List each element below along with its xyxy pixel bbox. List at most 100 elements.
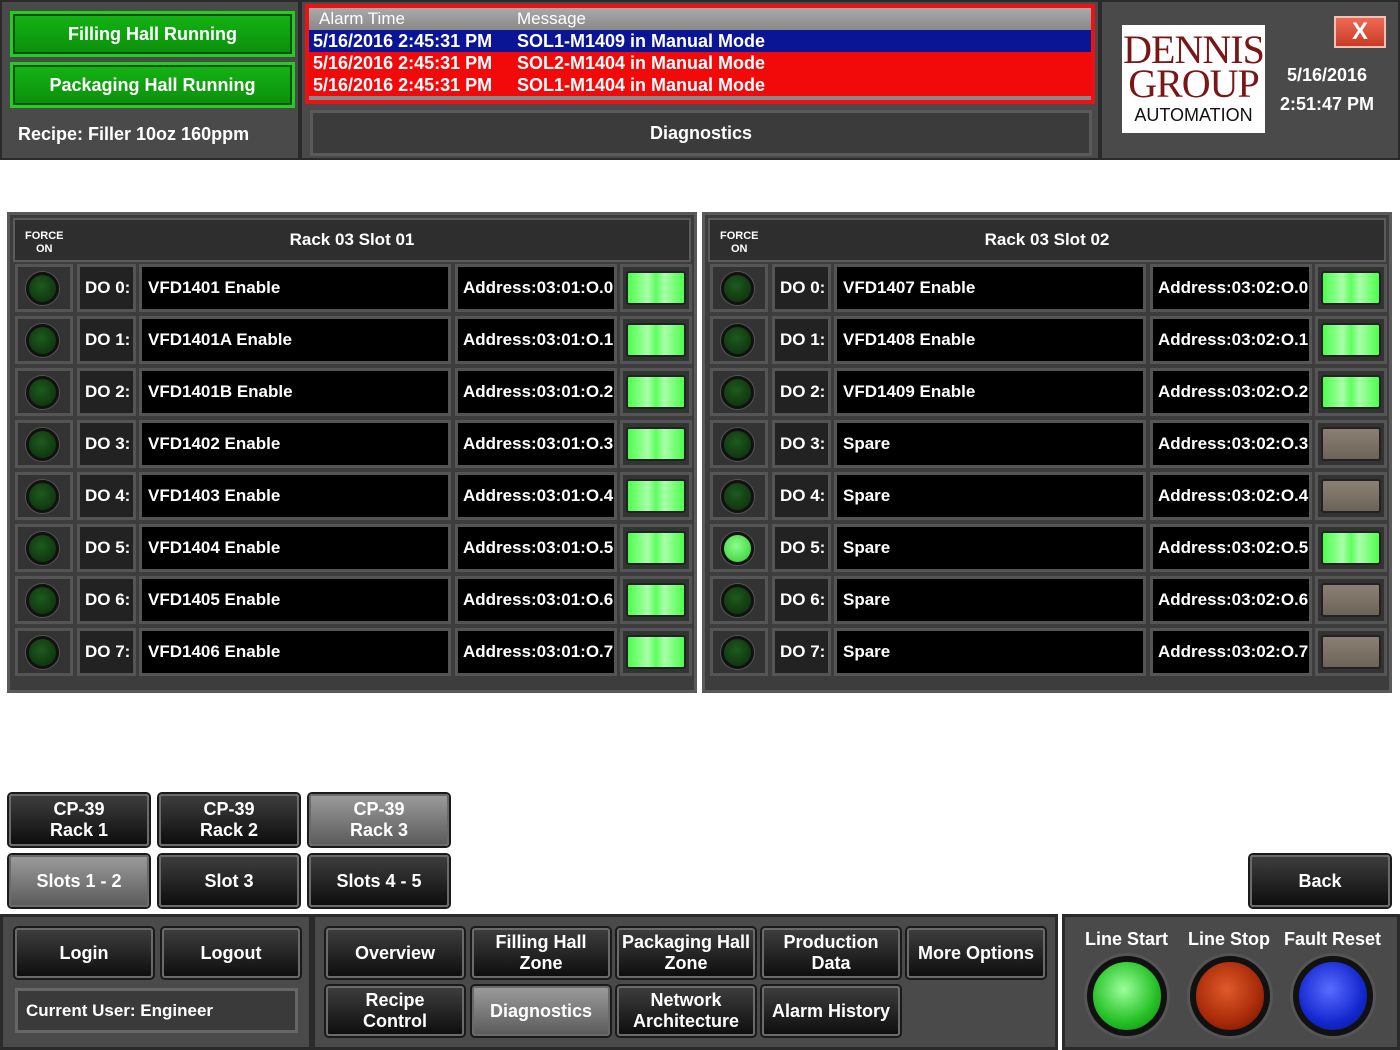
slots-1-2-button[interactable]: Slots 1 - 2 [9, 855, 149, 907]
io-description: Spare [834, 420, 1146, 468]
force-led-icon [26, 376, 59, 409]
output-status-lamp-icon [1321, 375, 1381, 409]
nav-diagnostics-button[interactable]: Diagnostics [472, 986, 610, 1036]
alarm-list-header: Alarm Time Message [309, 8, 1091, 30]
close-button[interactable]: X [1334, 16, 1386, 48]
nav-filling-hall-button[interactable]: Filling Hall Zone [472, 928, 610, 978]
alarm-row[interactable]: 5/16/2016 2:45:31 PM SOL1-M1409 in Manua… [309, 30, 1091, 52]
nav-more-options-button[interactable]: More Options [907, 928, 1045, 978]
fault-reset-button[interactable] [1293, 956, 1373, 1036]
output-status [1315, 524, 1387, 572]
force-on-indicator[interactable] [15, 264, 73, 312]
force-on-indicator[interactable] [710, 420, 768, 468]
nav-alarm-history-label: Alarm History [771, 1000, 891, 1021]
force-led-icon [721, 480, 754, 513]
io-address: Address:03:01:O.2 [455, 368, 617, 416]
force-led-icon [721, 636, 754, 669]
line-start-label: Line Start [1085, 929, 1169, 949]
alarm-row[interactable]: 5/16/2016 2:45:31 PM SOL1-M1404 in Manua… [309, 74, 1091, 96]
rack-2-label: CP-39 Rack 2 [199, 799, 259, 840]
force-on-indicator[interactable] [15, 420, 73, 468]
rack-panel-header: FORCE ON Rack 03 Slot 01 [13, 218, 691, 262]
force-on-indicator[interactable] [15, 576, 73, 624]
rack-title: Rack 03 Slot 02 [984, 230, 1110, 249]
slots-4-5-button[interactable]: Slots 4 - 5 [309, 855, 449, 907]
rack-3-button[interactable]: CP-39 Rack 3 [309, 794, 449, 846]
output-status [620, 524, 692, 572]
nav-production-data-button[interactable]: Production Data [762, 928, 900, 978]
io-description: VFD1409 Enable [834, 368, 1146, 416]
output-status-lamp-icon [1321, 427, 1381, 461]
slots-1-2-label: Slots 1 - 2 [36, 870, 122, 891]
output-status-lamp-icon [1321, 531, 1381, 565]
output-status-lamp-icon [626, 531, 686, 565]
force-on-indicator[interactable] [710, 576, 768, 624]
io-address: Address:03:02:O.1 [1150, 316, 1312, 364]
io-address: Address:03:02:O.2 [1150, 368, 1312, 416]
nav-recipe-control-label: Recipe Control [363, 990, 427, 1031]
output-status-lamp-icon [626, 479, 686, 513]
force-on-indicator[interactable] [710, 316, 768, 364]
date-display: 5/16/2016 [1286, 65, 1368, 85]
nav-alarm-history-button[interactable]: Alarm History [762, 986, 900, 1036]
line-start-button[interactable] [1087, 956, 1167, 1036]
rack-2-button[interactable]: CP-39 Rack 2 [159, 794, 299, 846]
io-description: VFD1401 Enable [139, 264, 451, 312]
alarm-row[interactable]: 5/16/2016 2:45:31 PM SOL2-M1404 in Manua… [309, 52, 1091, 74]
io-description: VFD1402 Enable [139, 420, 451, 468]
output-status [620, 628, 692, 676]
io-address: Address:03:01:O.7 [455, 628, 617, 676]
force-led-icon [721, 324, 754, 357]
line-stop-button[interactable] [1190, 956, 1270, 1036]
login-button[interactable]: Login [15, 928, 153, 978]
io-address: Address:03:02:O.7 [1150, 628, 1312, 676]
nav-production-data-label: Production Data [783, 932, 879, 973]
nav-packaging-hall-button[interactable]: Packaging Hall Zone [617, 928, 755, 978]
output-status [1315, 472, 1387, 520]
force-on-indicator[interactable] [15, 316, 73, 364]
slot-3-button[interactable]: Slot 3 [159, 855, 299, 907]
output-status-lamp-icon [1321, 583, 1381, 617]
force-on-indicator[interactable] [710, 472, 768, 520]
output-status [1315, 264, 1387, 312]
slot-3-label: Slot 3 [204, 870, 254, 891]
force-led-icon [721, 584, 754, 617]
force-on-indicator[interactable] [710, 264, 768, 312]
force-led-icon [721, 272, 754, 305]
do-channel-label: DO 6: [772, 576, 831, 624]
nav-overview-label: Overview [354, 942, 436, 963]
force-on-indicator[interactable] [15, 472, 73, 520]
force-on-indicator[interactable] [15, 628, 73, 676]
status-panel: Filling Hall Running Packaging Hall Runn… [0, 0, 300, 160]
close-icon: X [1351, 18, 1368, 45]
io-address: Address:03:02:O.4 [1150, 472, 1312, 520]
force-on-indicator[interactable] [15, 524, 73, 572]
io-description: VFD1406 Enable [139, 628, 451, 676]
force-on-indicator[interactable] [710, 368, 768, 416]
io-description: VFD1404 Enable [139, 524, 451, 572]
io-address: Address:03:02:O.6 [1150, 576, 1312, 624]
io-description: VFD1405 Enable [139, 576, 451, 624]
force-on-indicator[interactable] [710, 628, 768, 676]
output-status-lamp-icon [1321, 635, 1381, 669]
io-description: VFD1401B Enable [139, 368, 451, 416]
io-description: Spare [834, 524, 1146, 572]
current-user-field: Current User: Engineer [15, 988, 298, 1033]
nav-network-architecture-button[interactable]: Network Architecture [617, 986, 755, 1036]
nav-overview-button[interactable]: Overview [326, 928, 464, 978]
back-button[interactable]: Back [1250, 855, 1390, 907]
do-channel-label: DO 5: [772, 524, 831, 572]
output-status [1315, 368, 1387, 416]
io-address: Address:03:02:O.3 [1150, 420, 1312, 468]
do-channel-label: DO 0: [77, 264, 136, 312]
rack-panel-header: FORCE ON Rack 03 Slot 02 [708, 218, 1386, 262]
output-status [1315, 420, 1387, 468]
output-status-lamp-icon [626, 635, 686, 669]
alarm-list[interactable]: Alarm Time Message 5/16/2016 2:45:31 PM … [305, 4, 1095, 104]
nav-recipe-control-button[interactable]: Recipe Control [326, 986, 464, 1036]
rack-title: Rack 03 Slot 01 [289, 230, 415, 249]
rack-1-button[interactable]: CP-39 Rack 1 [9, 794, 149, 846]
force-on-indicator[interactable] [15, 368, 73, 416]
logout-button[interactable]: Logout [162, 928, 300, 978]
force-on-indicator[interactable] [710, 524, 768, 572]
